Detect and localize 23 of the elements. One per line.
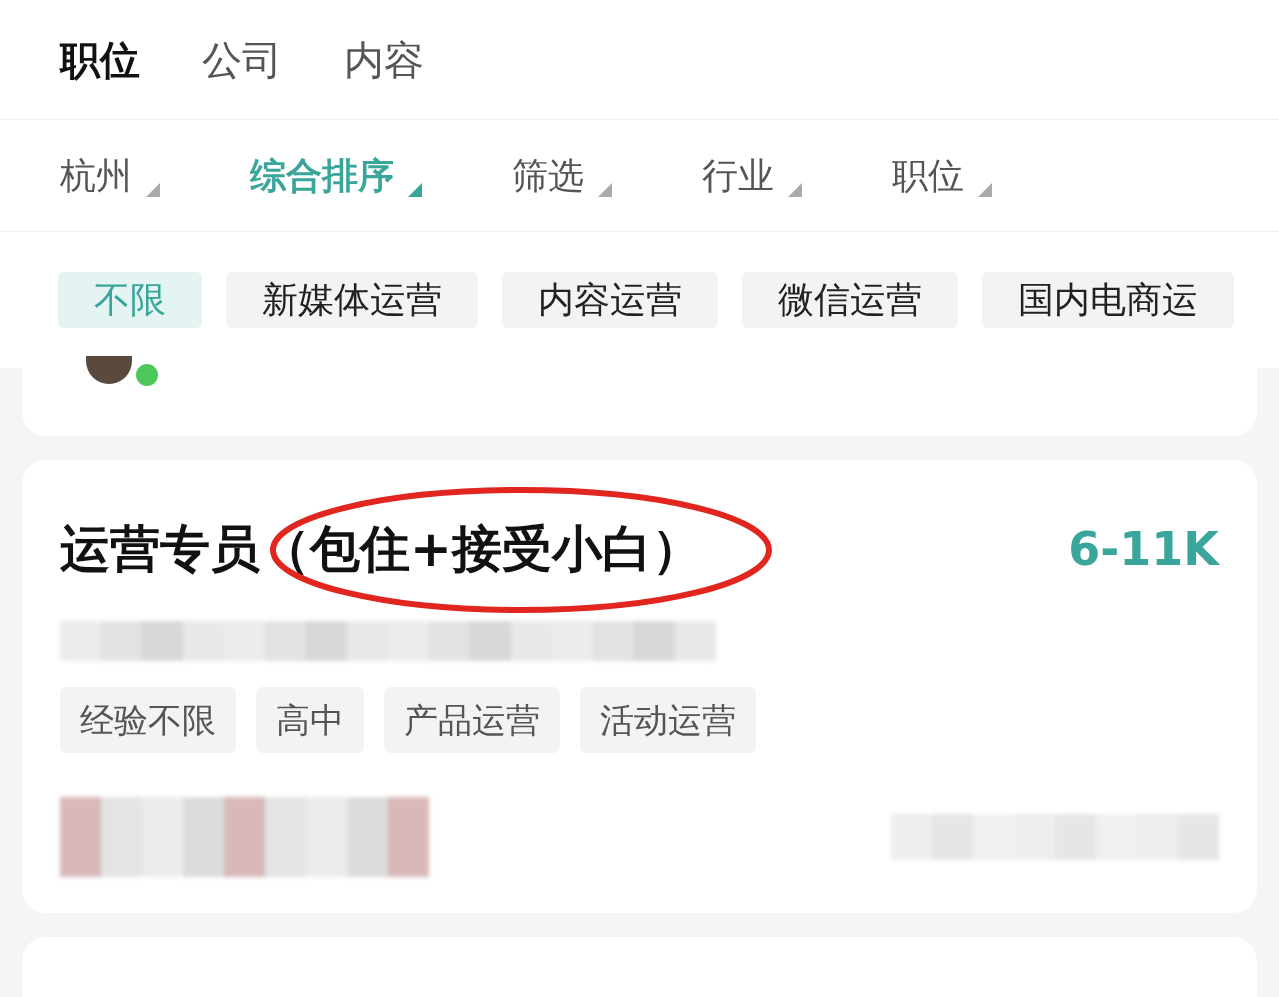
job-title: 运营专员（包住+接受小白） (60, 519, 702, 580)
filter-dropdown[interactable]: 杭州 (60, 148, 160, 203)
corner-triangle-icon (788, 182, 802, 197)
job-tag: 产品运营 (384, 687, 560, 753)
corner-triangle-icon (598, 182, 612, 197)
category-chip[interactable]: 新媒体运营 (226, 272, 478, 328)
top-tab[interactable]: 内容 (344, 29, 424, 90)
avatar (86, 356, 132, 384)
job-tag: 经验不限 (60, 687, 236, 753)
salary: 6-11K (1068, 521, 1219, 578)
filter-dropdown[interactable]: 筛选 (512, 148, 612, 203)
corner-triangle-icon (978, 182, 992, 197)
filter-dropdown[interactable]: 行业 (702, 148, 802, 203)
corner-triangle-icon (146, 182, 160, 197)
category-chip[interactable]: 微信运营 (742, 272, 958, 328)
corner-triangle-icon (408, 182, 422, 197)
category-chip[interactable]: 内容运营 (502, 272, 718, 328)
job-tag: 高中 (256, 687, 364, 753)
job-tag: 活动运营 (580, 687, 756, 753)
top-tab[interactable]: 公司 (202, 29, 282, 90)
filter-dropdown[interactable]: 职位 (892, 148, 992, 203)
top-tab[interactable]: 职位 (60, 29, 140, 90)
category-chip[interactable]: 国内电商运 (982, 272, 1234, 328)
